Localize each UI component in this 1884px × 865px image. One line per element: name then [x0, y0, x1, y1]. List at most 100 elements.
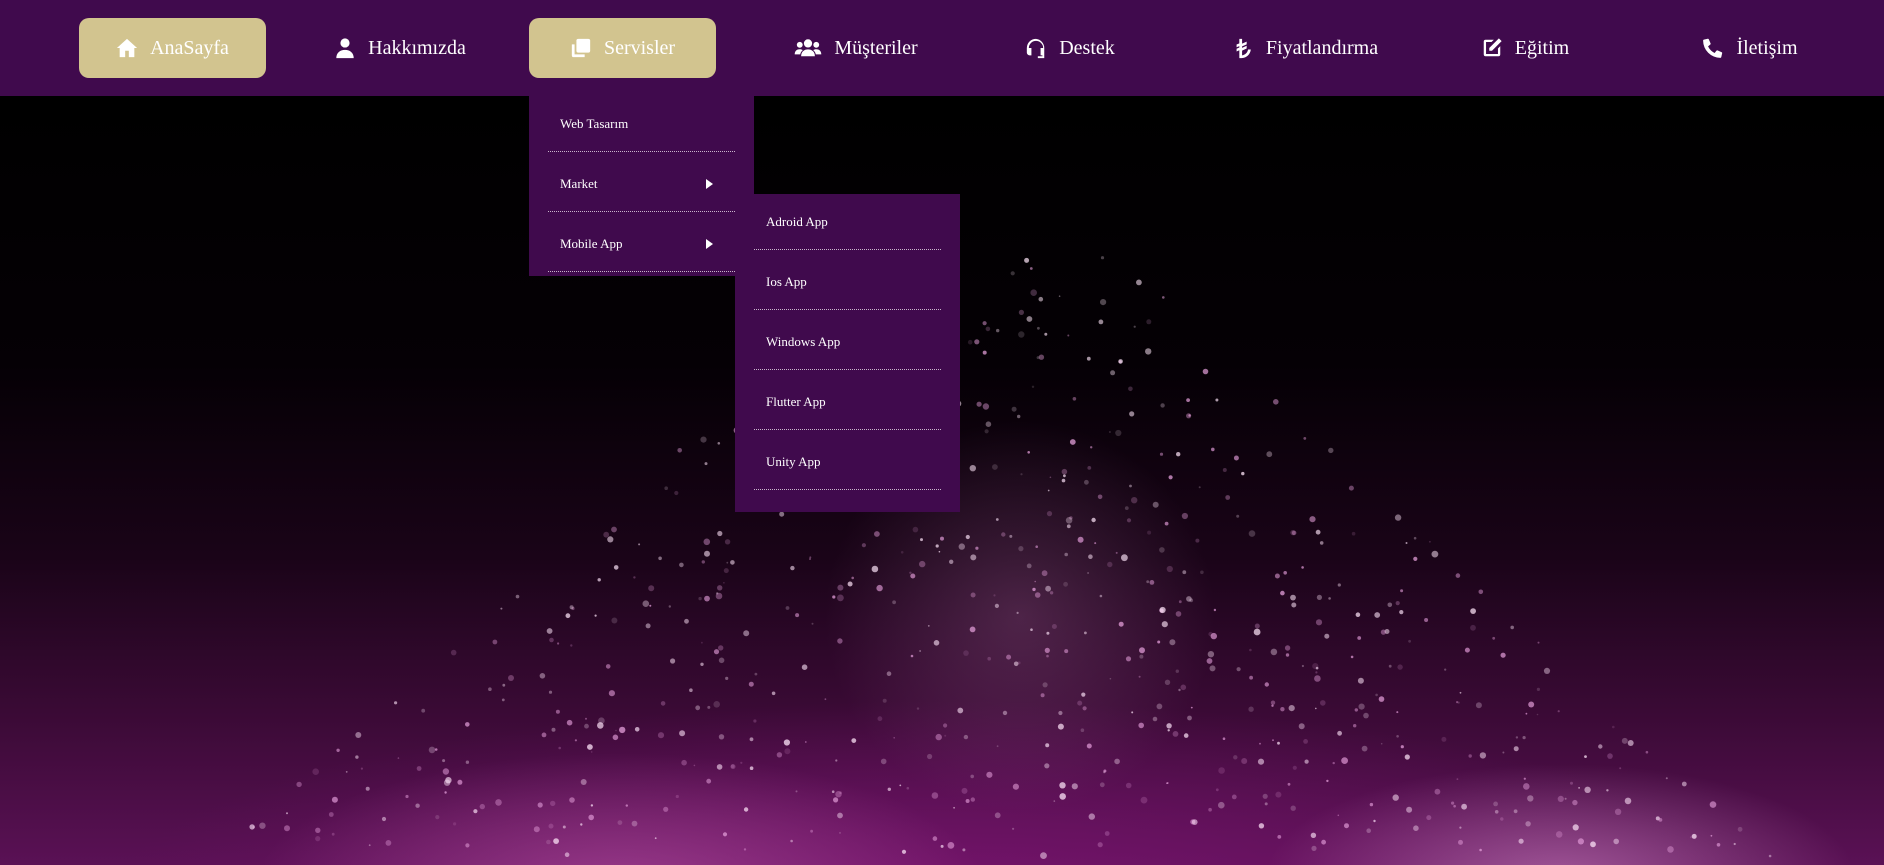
sparkle-particle: [783, 739, 791, 746]
sparkle-particle: [1351, 531, 1356, 536]
submenu-item-unity-app[interactable]: Unity App: [754, 434, 941, 490]
sparkle-particle: [1036, 356, 1040, 360]
edit-icon: [1483, 38, 1502, 57]
sparkle-particle: [1040, 852, 1047, 859]
sparkle-particle: [1086, 743, 1092, 749]
sparkle-particle: [1160, 403, 1165, 408]
sparkle-particle: [1125, 656, 1132, 662]
sparkle-particle: [943, 723, 948, 728]
sparkle-particle: [1059, 782, 1066, 789]
sparkle-particle: [608, 690, 616, 697]
sparkle-particle: [1024, 257, 1030, 263]
sparkle-particle: [584, 723, 589, 729]
sparkle-particle: [1429, 540, 1431, 543]
sparkle-particle: [1434, 788, 1441, 795]
sparkle-particle: [557, 642, 560, 645]
sparkle-particle: [679, 730, 686, 737]
sparkle-particle: [832, 595, 836, 599]
sparkle-particle: [1077, 700, 1083, 706]
sparkle-particle: [1126, 518, 1132, 523]
sparkle-particle: [1152, 716, 1158, 722]
nav-item-servisler[interactable]: Servisler: [529, 18, 716, 78]
phone-icon: [1703, 38, 1723, 58]
submenu-item-android-app[interactable]: Adroid App: [754, 194, 941, 250]
sparkle-particle: [1207, 651, 1215, 658]
sparkle-particle: [1316, 594, 1322, 600]
sparkle-particle: [465, 843, 470, 848]
nav-item-egitim[interactable]: Eğitim: [1470, 18, 1580, 78]
sparkle-particle: [716, 764, 723, 770]
sparkle-particle: [1455, 573, 1461, 578]
nav-item-destek[interactable]: Destek: [1015, 18, 1125, 78]
menu-item-label: Unity App: [766, 453, 821, 469]
sparkle-particle: [1691, 833, 1697, 839]
sparkle-particle: [1059, 793, 1066, 800]
sparkle-particle: [1464, 647, 1470, 653]
sparkle-particle: [1658, 818, 1663, 822]
sparkle-particle: [508, 675, 514, 681]
sparkle-particle: [1479, 848, 1482, 852]
sparkle-particle: [562, 825, 566, 829]
nav-item-fiyatlandirma[interactable]: Fiyatlandırma: [1215, 18, 1395, 78]
sparkle-particle: [1733, 842, 1736, 846]
sparkle-particle: [1557, 710, 1560, 713]
nav-item-musteriler[interactable]: Müşteriler: [776, 18, 936, 78]
sparkle-particle: [1178, 688, 1181, 692]
sparkle-particle: [488, 687, 492, 691]
services-menu-item-mobile-app[interactable]: Mobile App: [548, 216, 735, 272]
sparkle-particle: [1138, 675, 1141, 678]
nav-item-hakkimizda[interactable]: Hakkımızda: [320, 18, 480, 78]
sparkle-particle: [970, 554, 977, 561]
sparkle-particle: [976, 401, 982, 407]
sparkle-particle: [1108, 431, 1111, 433]
submenu-item-flutter-app[interactable]: Flutter App: [754, 374, 941, 430]
sparkle-particle: [495, 799, 502, 806]
sparkle-particle: [1124, 506, 1129, 510]
sparkle-particle: [1037, 326, 1040, 330]
sparkle-particle: [1324, 633, 1330, 639]
sparkle-particle: [1189, 598, 1194, 603]
sparkle-particle: [1400, 589, 1404, 593]
sparkle-particle: [1607, 753, 1613, 759]
sparkle-particle: [963, 734, 969, 740]
sparkle-particle: [1396, 711, 1399, 714]
sparkle-particle: [920, 538, 923, 542]
sparkle-particle: [1290, 805, 1296, 811]
sparkle-particle: [839, 791, 842, 794]
sparkle-particle: [1225, 495, 1231, 500]
services-menu-item-market[interactable]: Market: [548, 156, 735, 212]
nav-item-iletisim[interactable]: İletişim: [1695, 18, 1805, 78]
sparkle-particle: [1087, 572, 1090, 574]
sparkle-particle: [1518, 838, 1524, 844]
sparkle-particle: [548, 690, 553, 694]
nav-item-anasayfa[interactable]: AnaSayfa: [79, 18, 266, 78]
sparkle-particle: [558, 746, 561, 750]
sparkle-particle: [1115, 551, 1118, 554]
sparkle-particle: [1681, 781, 1687, 787]
sparkle-particle: [594, 614, 597, 617]
sparkle-particle: [1689, 836, 1692, 839]
sparkle-particle: [1413, 556, 1418, 561]
sparkle-particle: [1164, 521, 1169, 526]
sparkle-particle: [312, 768, 320, 775]
submenu-item-windows-app[interactable]: Windows App: [754, 314, 941, 370]
submenu-item-ios-app[interactable]: Ios App: [754, 254, 941, 310]
sparkle-particle: [1493, 801, 1498, 807]
sparkle-particle: [574, 739, 578, 742]
sparkle-particle: [1166, 723, 1172, 729]
sparkle-particle: [569, 797, 575, 803]
sparkle-particle: [1590, 841, 1596, 848]
sparkle-particle: [1578, 787, 1580, 789]
sparkle-particle: [1378, 696, 1385, 702]
sparkle-particle: [1280, 590, 1285, 596]
sparkle-particle: [810, 829, 813, 833]
sparkle-particle: [861, 543, 867, 548]
sparkle-particle: [1523, 783, 1530, 790]
services-menu-item-web-tasarim[interactable]: Web Tasarım: [548, 96, 735, 152]
sparkle-particle: [726, 561, 729, 564]
sparkle-particle: [1451, 801, 1455, 805]
sparkle-particle: [970, 774, 974, 779]
mobile-app-submenu: Adroid App Ios App Windows App Flutter A…: [735, 194, 960, 512]
sparkle-particle: [1063, 474, 1066, 478]
sparkle-particle: [1166, 782, 1169, 784]
